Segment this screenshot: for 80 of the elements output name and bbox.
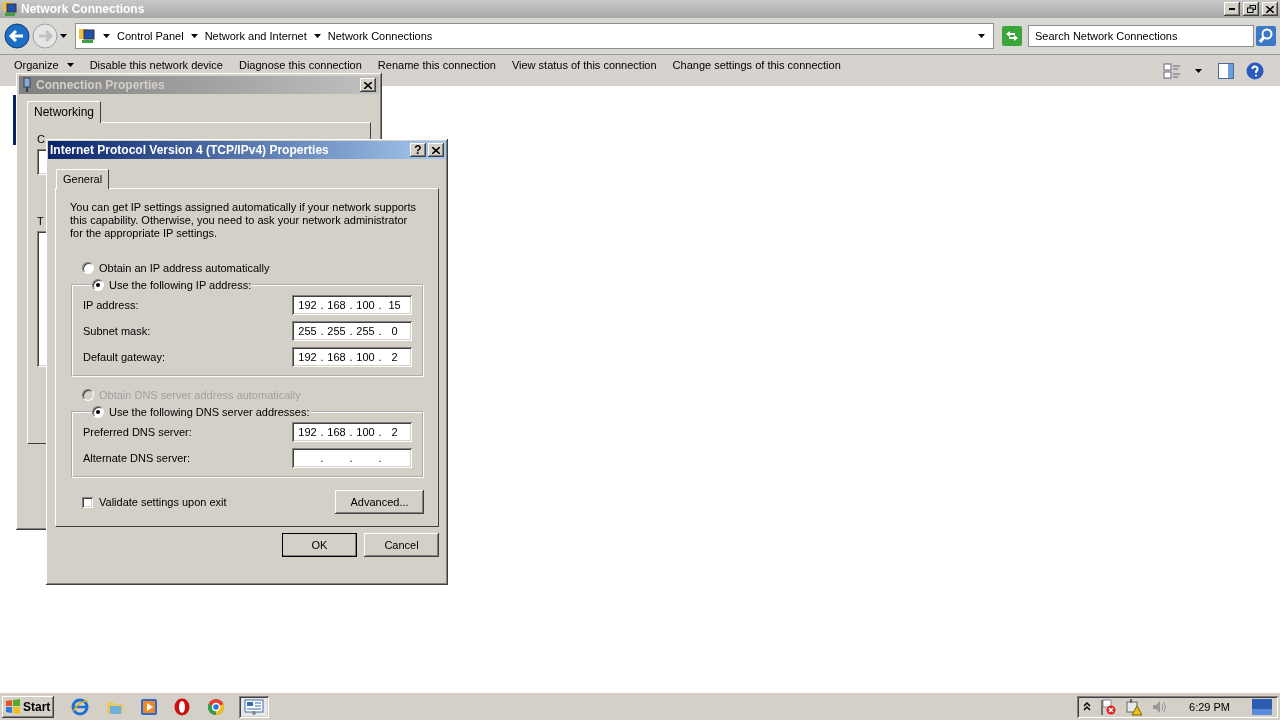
breadcrumb-caret-icon <box>190 34 198 38</box>
field-label: IP address: <box>83 299 139 311</box>
field-label: Subnet mask: <box>83 325 151 337</box>
command-button[interactable]: Rename this connection <box>377 59 496 71</box>
radio-label[interactable]: Use the following IP address: <box>109 279 252 291</box>
close-button[interactable] <box>360 78 376 92</box>
radio-button[interactable] <box>92 406 104 418</box>
ip-address-field[interactable]: . . . <box>292 448 412 468</box>
breadcrumb-caret-icon <box>103 34 110 38</box>
radio-button[interactable] <box>82 262 94 274</box>
browser-e-icon[interactable] <box>71 697 90 716</box>
tab[interactable]: General <box>56 169 110 189</box>
search-icon[interactable] <box>1256 26 1276 46</box>
close-button[interactable] <box>1262 2 1278 16</box>
organize-menu[interactable]: Organize <box>14 59 74 71</box>
window-title: Network Connections <box>21 2 146 16</box>
description-text: You can get IP settings assigned automatically if your network supports this capability. Otherwise, you need to ask your network administrator for the appropriate IP settings. <box>70 201 418 240</box>
advanced-button[interactable]: Advanced... <box>335 490 424 514</box>
restore-button[interactable] <box>1243 2 1259 16</box>
ip-address-field[interactable]: 192 . 168 . 100 . 2 <box>292 347 412 367</box>
command-button[interactable]: Disable this network device <box>89 59 223 71</box>
caret-icon <box>66 63 74 67</box>
close-icon <box>364 81 372 89</box>
restore-icon <box>1246 5 1256 13</box>
ip-address-field[interactable]: 255 . 255 . 255 . 0 <box>292 321 412 341</box>
taskbar-window-button[interactable] <box>239 695 270 718</box>
adapter-icon <box>22 77 32 93</box>
ip-address-field[interactable]: 192 . 168 . 100 . 15 <box>292 295 412 315</box>
network-warning-icon[interactable] <box>1125 697 1144 716</box>
refresh-icon[interactable] <box>1002 26 1022 46</box>
close-icon <box>1266 5 1274 13</box>
windows-flag-icon <box>5 699 21 714</box>
network-icon <box>2 1 18 17</box>
views-icon[interactable] <box>1163 62 1181 79</box>
cancel-button[interactable]: Cancel <box>364 533 439 557</box>
checkbox[interactable] <box>82 496 93 508</box>
chrome-icon[interactable] <box>207 697 226 716</box>
field-label: T <box>37 215 44 227</box>
show-hidden-icons[interactable] <box>1083 702 1092 711</box>
address-bar[interactable]: Control Panel Network and Internet Network Connections <box>75 23 994 49</box>
ip-address-field[interactable]: 192 . 168 . 100 . 2 <box>292 422 412 442</box>
dropdown-caret-icon <box>978 34 985 38</box>
radio-label[interactable]: Obtain an IP address automatically <box>99 262 270 274</box>
flag-error-icon[interactable] <box>1099 697 1118 716</box>
breadcrumb-item[interactable]: Network Connections <box>327 30 433 42</box>
field-label: Default gateway: <box>83 351 165 363</box>
minimize-button[interactable] <box>1224 2 1240 16</box>
show-desktop-icon[interactable] <box>1252 698 1272 715</box>
views-caret-icon <box>1195 68 1202 73</box>
opera-icon[interactable] <box>174 697 191 716</box>
field-label: Alternate DNS server: <box>83 452 190 464</box>
network-connections-icon <box>244 698 265 715</box>
search-field[interactable]: Search Network Connections <box>1028 25 1254 47</box>
breadcrumb-item[interactable]: Network and Internet <box>204 30 307 42</box>
command-button[interactable]: Change settings of this connection <box>672 59 841 71</box>
ok-button[interactable]: OK <box>282 533 357 557</box>
field-label: Preferred DNS server: <box>83 426 192 438</box>
radio-button[interactable] <box>92 279 104 291</box>
minimize-icon <box>1229 8 1235 10</box>
dialog-title: Internet Protocol Version 4 (TCP/IPv4) Properties <box>50 143 330 157</box>
dialog-title: Connection Properties <box>36 78 166 92</box>
help-icon[interactable] <box>1246 61 1264 80</box>
command-button[interactable]: View status of this connection <box>511 59 657 71</box>
radio-label[interactable]: Use the following DNS server addresses: <box>109 406 310 418</box>
help-button[interactable]: ? <box>410 143 426 157</box>
clock[interactable]: 6:29 PM <box>1189 700 1230 713</box>
preview-pane-icon[interactable] <box>1218 62 1234 79</box>
command-button[interactable]: Diagnose this connection <box>238 59 362 71</box>
close-button[interactable] <box>428 143 444 157</box>
history-caret-icon <box>60 34 67 38</box>
breadcrumb-item[interactable]: Control Panel <box>117 30 184 42</box>
start-button[interactable]: Start <box>2 695 55 718</box>
network-icon <box>78 27 96 45</box>
breadcrumb-caret-icon <box>313 34 321 38</box>
close-icon <box>432 146 440 154</box>
checkbox-label[interactable]: Validate settings upon exit <box>99 496 227 508</box>
tab[interactable]: Networking <box>27 101 102 123</box>
back-icon[interactable] <box>4 23 30 49</box>
field-label: C <box>37 133 45 145</box>
media-player-icon[interactable] <box>141 698 158 715</box>
